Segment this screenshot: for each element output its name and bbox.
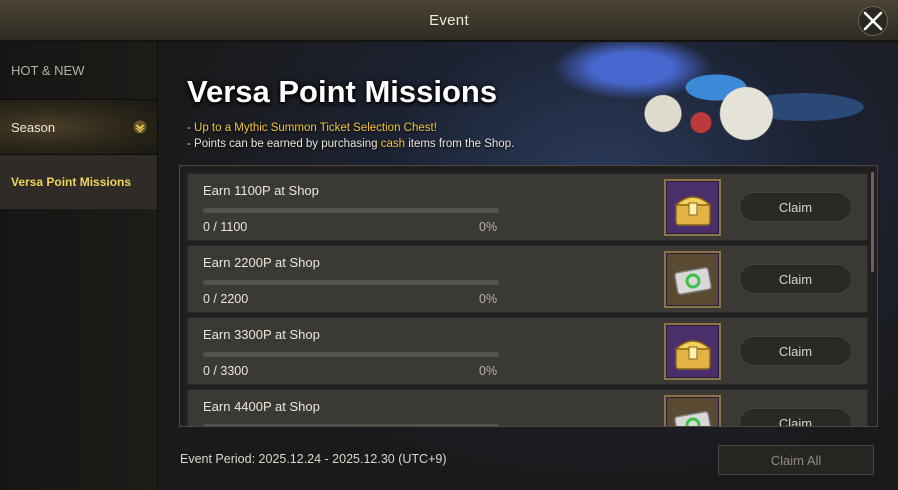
progress-percent: 0% bbox=[479, 364, 498, 378]
mission-row: Earn 4400P at Shop Claim bbox=[187, 389, 868, 426]
summon-ticket-icon bbox=[673, 266, 712, 295]
treasure-chest-icon bbox=[673, 195, 712, 226]
sidebar-section-hot-new[interactable]: HOT & NEW bbox=[0, 42, 157, 100]
sidebar-section-label: HOT & NEW bbox=[11, 63, 85, 78]
progress-percent: 0% bbox=[479, 220, 498, 234]
banner-line-1: - Up to a Mythic Summon Ticket Selection… bbox=[187, 122, 437, 134]
reward-item[interactable] bbox=[664, 323, 721, 380]
progress-percent: 0% bbox=[479, 292, 498, 306]
event-content: Versa Point Missions - Up to a Mythic Su… bbox=[159, 42, 898, 490]
banner-artwork bbox=[519, 42, 898, 172]
claim-all-button[interactable]: Claim All bbox=[718, 445, 874, 475]
mission-row: Earn 1100P at Shop 0 / 1100 0% Claim bbox=[187, 173, 868, 241]
mission-title: Earn 2200P at Shop bbox=[203, 255, 320, 270]
mission-title: Earn 3300P at Shop bbox=[203, 327, 320, 342]
sidebar-item-versa-point-missions[interactable]: Versa Point Missions bbox=[0, 155, 157, 209]
sidebar-item-label: Season bbox=[11, 119, 56, 135]
mission-list[interactable]: Earn 1100P at Shop 0 / 1100 0% Claim Ear… bbox=[179, 165, 878, 427]
window-title: Event bbox=[429, 11, 469, 29]
reward-item[interactable] bbox=[664, 179, 721, 236]
event-period: Event Period: 2025.12.24 - 2025.12.30 (U… bbox=[180, 452, 447, 466]
banner-line-2-suffix: items from the Shop. bbox=[405, 138, 515, 150]
progress-bar bbox=[203, 208, 499, 213]
reward-item[interactable] bbox=[664, 395, 721, 426]
progress-count: 0 / 3300 bbox=[203, 364, 249, 378]
close-icon bbox=[863, 11, 883, 31]
banner-line-2: - Points can be earned by purchasing cas… bbox=[187, 136, 514, 152]
summon-ticket-icon bbox=[673, 410, 712, 426]
close-button[interactable] bbox=[858, 6, 888, 36]
claim-button[interactable]: Claim bbox=[739, 408, 852, 426]
sidebar-item-label: Versa Point Missions bbox=[11, 175, 132, 189]
title-bar: Event bbox=[0, 0, 898, 42]
scrollbar[interactable] bbox=[871, 172, 874, 272]
mission-title: Earn 1100P at Shop bbox=[203, 183, 319, 198]
reward-item[interactable] bbox=[664, 251, 721, 308]
treasure-chest-icon bbox=[673, 339, 712, 370]
banner-description: - Up to a Mythic Summon Ticket Selection… bbox=[187, 120, 514, 152]
mission-row: Earn 3300P at Shop 0 / 3300 0% Claim bbox=[187, 317, 868, 385]
banner-title: Versa Point Missions bbox=[187, 74, 498, 109]
progress-count: 0 / 2200 bbox=[203, 292, 249, 306]
claim-button[interactable]: Claim bbox=[739, 264, 852, 294]
sidebar-item-season[interactable]: Season bbox=[0, 100, 157, 155]
progress-bar bbox=[203, 424, 499, 426]
mission-row: Earn 2200P at Shop 0 / 2200 0% Claim bbox=[187, 245, 868, 313]
progress-bar bbox=[203, 352, 499, 357]
mission-title: Earn 4400P at Shop bbox=[203, 399, 320, 414]
banner-line-2-highlight: cash bbox=[380, 138, 405, 150]
sidebar: HOT & NEW Season Versa Point Missions bbox=[0, 42, 158, 490]
banner-line-2-prefix: - Points can be earned by purchasing bbox=[187, 138, 381, 150]
chevron-down-icon bbox=[133, 120, 147, 134]
claim-button[interactable]: Claim bbox=[739, 192, 852, 222]
progress-count: 0 / 1100 bbox=[203, 220, 248, 234]
progress-bar bbox=[203, 280, 499, 285]
claim-button[interactable]: Claim bbox=[739, 336, 852, 366]
